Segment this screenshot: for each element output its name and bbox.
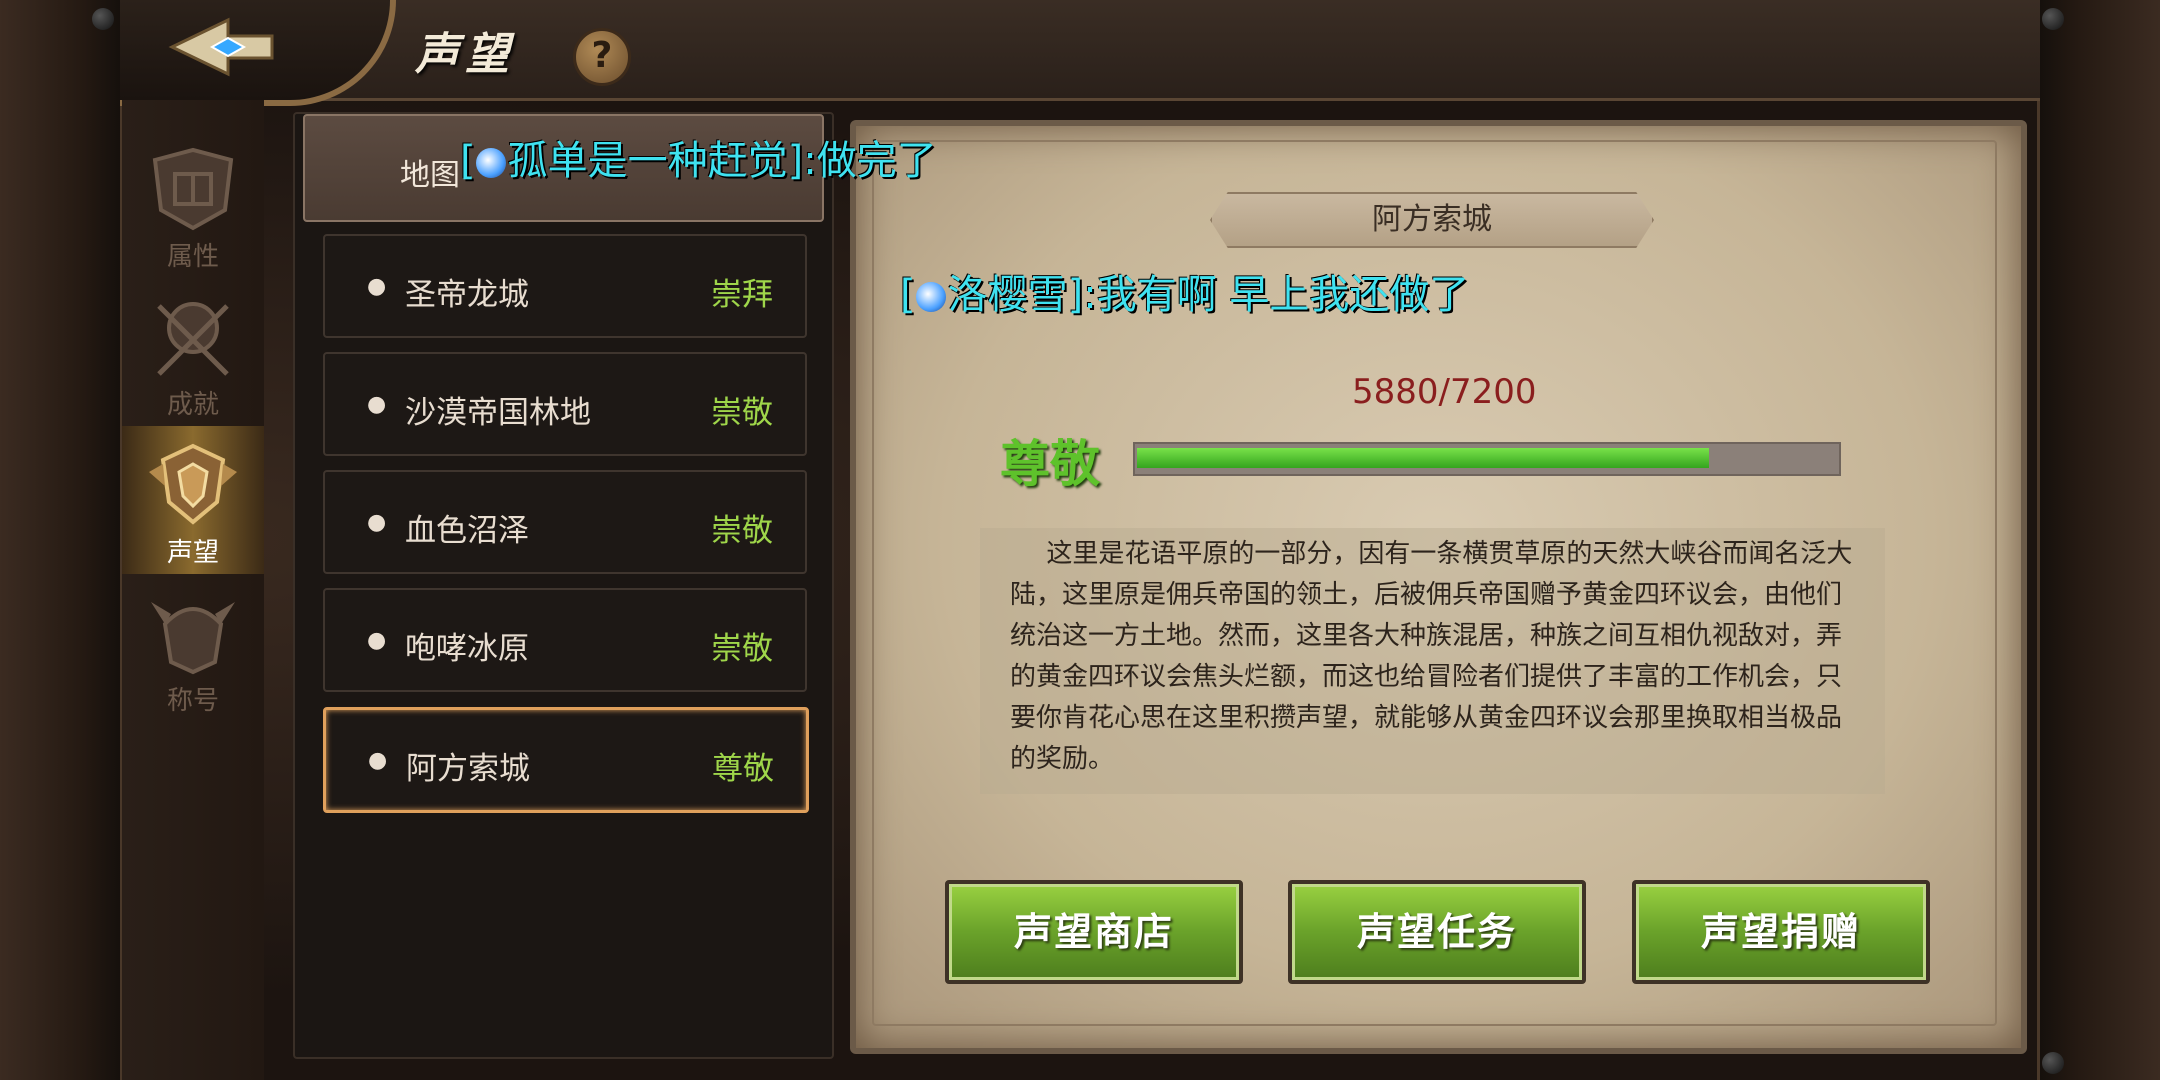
map-rank: 尊敬: [712, 751, 774, 787]
chat-text: 洛樱雪]:我有啊 早上我还做了: [947, 272, 1470, 318]
side-nav: 属性 成就 声望 称号: [122, 100, 264, 1080]
chat-text: 孤单是一种赶觉]:做完了: [507, 138, 937, 184]
chat-message: [ 洛樱雪]:我有啊 早上我还做了: [900, 262, 1469, 320]
reputation-quest-button[interactable]: 声望任务: [1288, 880, 1586, 984]
horned-helmet-icon: [151, 602, 235, 675]
map-row[interactable]: ● 咆哮冰原 崇敬: [323, 588, 807, 692]
bullet-icon: ●: [367, 510, 387, 535]
map-rank: 崇敬: [711, 513, 773, 549]
bullet-icon: ●: [367, 392, 387, 417]
map-row[interactable]: ● 血色沼泽 崇敬: [323, 470, 807, 574]
chat-message: [ 孤单是一种赶觉]:做完了: [460, 128, 937, 186]
map-row-selected[interactable]: ● 阿方索城 尊敬: [323, 707, 809, 813]
city-name: 阿方索城: [1372, 202, 1492, 237]
city-description: 这里是花语平原的一部分，因有一条横贯草原的天然大峡谷而闻名泛大陆，这里原是佣兵帝…: [1010, 539, 1853, 774]
page-title: 声望: [415, 29, 515, 80]
map-rank: 崇敬: [711, 395, 773, 431]
nav-item-label: 属性: [166, 242, 219, 272]
help-button[interactable]: ?: [573, 28, 631, 86]
map-rank: 崇敬: [711, 631, 773, 667]
frame-rivet: [92, 8, 114, 30]
map-name: 血色沼泽: [405, 513, 529, 549]
map-rank: 崇拜: [711, 277, 773, 313]
back-arrow-icon: [168, 17, 274, 77]
button-label: 声望捐赠: [1700, 910, 1861, 954]
button-label: 声望商店: [1013, 910, 1174, 954]
nav-item-titles[interactable]: 称号: [122, 574, 264, 722]
map-name: 圣帝龙城: [405, 277, 529, 313]
frame-rivet: [2042, 1052, 2064, 1074]
bullet-icon: ●: [367, 628, 387, 653]
back-button[interactable]: [168, 14, 278, 80]
frame-rivet: [2042, 8, 2064, 30]
reputation-value: 5880/7200: [1352, 372, 1537, 412]
chat-bracket: [: [900, 272, 916, 318]
top-header-bar: [120, 0, 2040, 101]
left-frame-ornament: [0, 0, 123, 1080]
right-frame-ornament: [2037, 0, 2160, 1080]
city-description-box: 这里是花语平原的一部分，因有一条横贯草原的天然大峡谷而闻名泛大陆，这里原是佣兵帝…: [980, 528, 1885, 794]
map-name: 沙漠帝国林地: [405, 395, 591, 431]
nav-item-label: 声望: [166, 538, 219, 568]
nav-item-achievements[interactable]: 成就: [122, 278, 264, 426]
player-avatar-icon: [915, 282, 946, 312]
city-name-banner: 阿方索城: [1210, 192, 1654, 248]
nav-item-label: 成就: [166, 390, 219, 420]
map-name: 咆哮冰原: [405, 631, 529, 667]
book-shield-icon: [152, 147, 234, 231]
map-row[interactable]: ● 圣帝龙城 崇拜: [323, 234, 807, 338]
map-row[interactable]: ● 沙漠帝国林地 崇敬: [323, 352, 807, 456]
nav-item-label: 称号: [166, 686, 219, 716]
player-avatar-icon: [475, 148, 506, 178]
map-list-header-label: 地图: [400, 158, 460, 193]
reputation-progress-fill: [1137, 448, 1709, 468]
reputation-rank-label: 尊敬: [1000, 435, 1100, 493]
nav-item-attributes[interactable]: 属性: [122, 130, 264, 278]
nav-item-reputation[interactable]: 声望: [122, 426, 264, 574]
bullet-icon: ●: [367, 274, 387, 299]
reputation-donate-button[interactable]: 声望捐赠: [1632, 880, 1930, 984]
map-name: 阿方索城: [406, 751, 530, 787]
chat-bracket: [: [460, 138, 476, 184]
reputation-progress-bar: [1133, 442, 1841, 476]
crossed-swords-icon: [157, 302, 229, 376]
winged-shield-icon: [149, 443, 237, 525]
button-label: 声望任务: [1356, 910, 1517, 954]
bullet-icon: ●: [368, 748, 388, 773]
reputation-shop-button[interactable]: 声望商店: [945, 880, 1243, 984]
